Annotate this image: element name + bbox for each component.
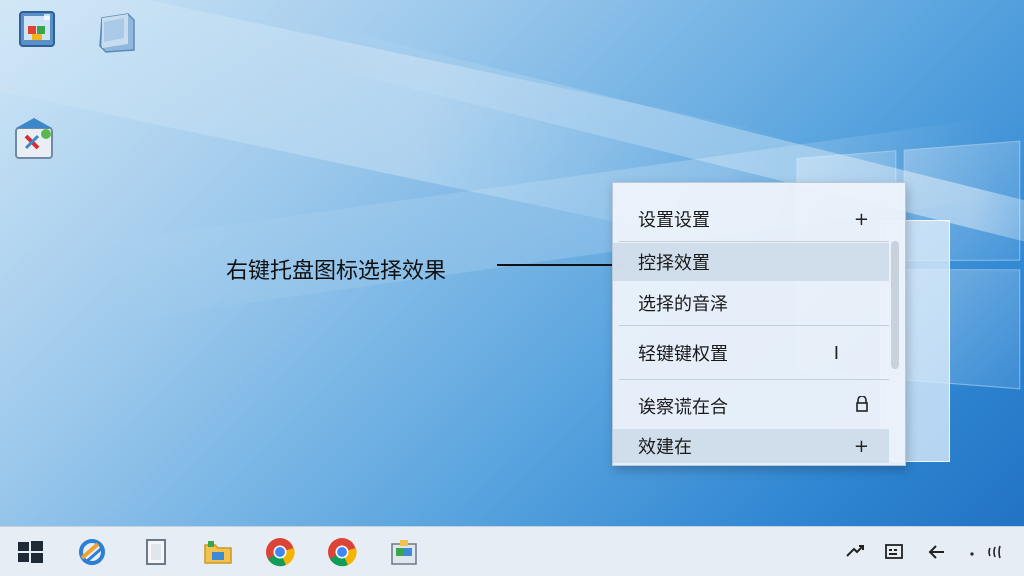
chrome-icon[interactable] [264,536,296,568]
annotation-label: 右键托盘图标选择效果 [226,259,447,284]
menu-item-label: 控择效置 [638,253,710,274]
back-icon[interactable] [926,542,948,562]
taskbar [0,526,1024,576]
menu-item-1[interactable]: 设置设置 + [613,199,889,239]
desktop-icon-1[interactable] [14,6,62,54]
menu-item-3[interactable]: 选择的音泽 [613,283,889,323]
desktop[interactable]: 右键托盘图标选择效果 设置设置 + 控择效置 选择的音泽 轻键键权置 I 诶察谎… [0,0,1024,576]
app-package-icon[interactable] [388,536,420,568]
menu-item-label: 选择的音泽 [638,294,728,315]
plus-icon: + [853,208,869,230]
menu-item-label: 诶察谎在合 [638,397,728,418]
lock-icon [855,394,869,417]
menu-scrollbar[interactable] [891,241,899,369]
windows-start-icon[interactable] [14,536,46,568]
menu-item-label: 轻键键权置 [638,344,728,365]
desktop-icon-2[interactable] [94,8,142,56]
notepad-icon[interactable] [140,536,172,568]
keyboard-icon[interactable] [884,542,906,562]
menu-item-6[interactable]: 效建在 + [613,429,889,463]
menu-separator [619,325,889,326]
tray-context-menu: 设置设置 + 控择效置 选择的音泽 轻键键权置 I 诶察谎在合 效建在 + [612,182,906,466]
chrome-icon[interactable] [326,536,358,568]
text-cursor-icon: I [833,342,839,364]
recycle-bin-icon [99,13,135,53]
menu-item-label: 效建在 [638,437,692,458]
edge-icon[interactable] [76,536,108,568]
menu-item-2[interactable]: 控择效置 [613,243,889,281]
desktop-icon-3[interactable] [12,114,60,162]
file-explorer-icon[interactable] [202,536,234,568]
menu-item-label: 设置设置 [638,210,710,231]
menu-item-4[interactable]: 轻键键权置 I [613,331,889,375]
menu-separator [619,379,889,380]
plus-icon: + [853,435,869,457]
menu-separator [619,241,889,242]
annotation-arrow-line [497,264,615,266]
network-icon[interactable] [844,542,866,562]
menu-item-5[interactable]: 诶察谎在合 [613,385,889,427]
volume-icon[interactable] [986,542,1008,562]
dot-icon [964,542,986,562]
computer-icon [19,11,55,47]
control-panel-icon [15,118,53,159]
